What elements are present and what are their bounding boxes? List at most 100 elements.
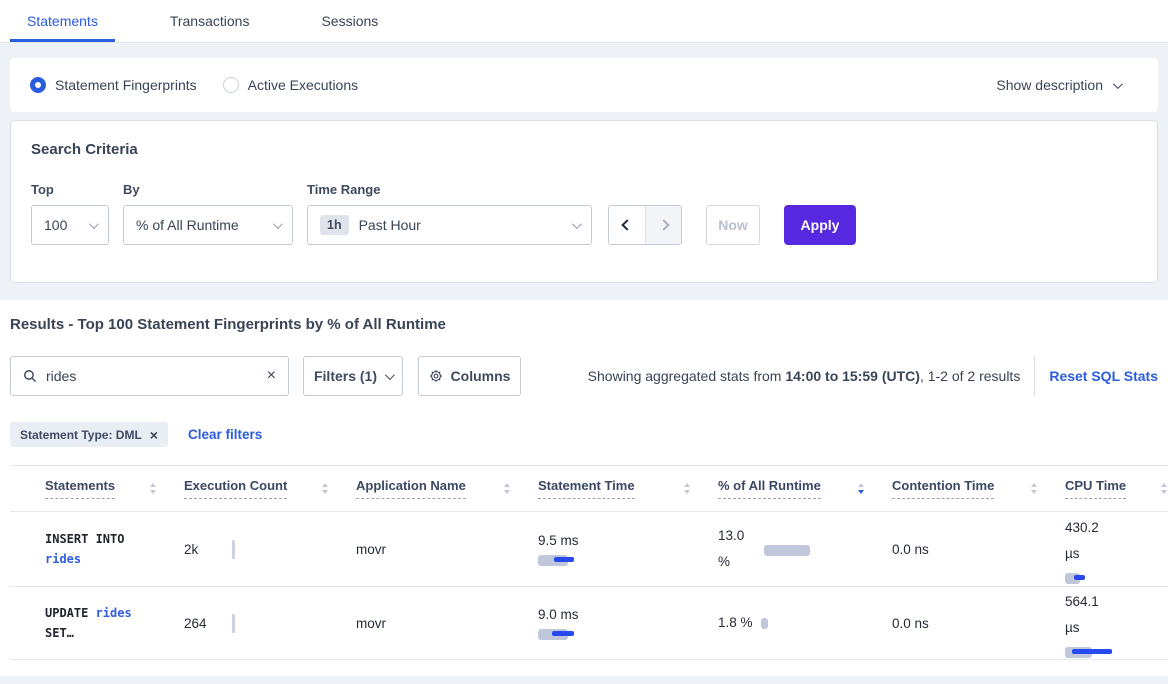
cpu-time-bar (1065, 572, 1080, 583)
now-button[interactable]: Now (706, 205, 760, 245)
tab-statements[interactable]: Statements (10, 0, 115, 42)
filters-button[interactable]: Filters (1) (303, 356, 403, 396)
top-tab-bar: Statements Transactions Sessions (0, 0, 1168, 43)
runtime-pct-cell: 1.8 % (708, 587, 882, 659)
cpu-time-bar (1065, 646, 1092, 657)
bar-gray (764, 545, 810, 556)
apply-button[interactable]: Apply (784, 205, 856, 245)
statement-time-bar (538, 554, 568, 565)
status-time-range: 14:00 to 15:59 (UTC) (785, 368, 920, 384)
tab-transactions[interactable]: Transactions (153, 0, 267, 42)
sort-icon (142, 483, 156, 494)
radio-label: Statement Fingerprints (55, 77, 197, 93)
runtime-pct-cell: 13.0 % (708, 512, 882, 586)
sort-icon (496, 483, 510, 494)
column-header-statements[interactable]: Statements (10, 466, 174, 511)
radio-active-executions[interactable]: Active Executions (223, 77, 359, 93)
table-header-row: Statements Execution Count Application N… (10, 465, 1168, 512)
execution-count-value: 2k (184, 542, 232, 557)
filters-button-label: Filters (1) (314, 368, 377, 384)
search-criteria-card: Search Criteria Top 100 By % of All Runt… (10, 120, 1158, 283)
radio-unselected-icon (223, 77, 239, 93)
applied-filters-row: Statement Type: DML × Clear filters (10, 422, 1168, 447)
execution-count-bar (232, 540, 235, 559)
column-header-contention-time[interactable]: Contention Time (882, 466, 1055, 511)
sort-icon-active-desc (850, 483, 864, 494)
time-window-pager (608, 205, 682, 245)
runtime-pct-value: 13.0 % (718, 523, 756, 574)
column-header-cpu-time[interactable]: CPU Time (1055, 466, 1168, 511)
application-name-cell: movr (346, 587, 528, 659)
time-range-label: Time Range (307, 182, 592, 197)
runtime-pct-bar (764, 544, 810, 555)
contention-time-cell: 0.0 ns (882, 587, 1055, 659)
chevron-down-icon (385, 370, 395, 380)
statement-link[interactable]: rides (96, 606, 132, 620)
execution-count-cell: 2k (174, 512, 346, 586)
table-row: INSERT INTO rides 2k movr 9.5 ms 13.0 % … (10, 512, 1168, 587)
time-range-badge: 1h (320, 215, 349, 235)
cpu-time-value: 430.2 µs (1065, 515, 1115, 566)
column-header-execution-count[interactable]: Execution Count (174, 466, 346, 511)
time-range-value: Past Hour (359, 217, 421, 233)
bar-blue (1072, 649, 1112, 654)
top-field: Top 100 (31, 182, 109, 245)
columns-button[interactable]: Columns (418, 356, 521, 396)
previous-time-window-button[interactable] (609, 206, 645, 244)
bar-gray (761, 618, 768, 629)
statement-link[interactable]: rides (45, 552, 81, 566)
reset-sql-stats-link[interactable]: Reset SQL Stats (1049, 368, 1158, 384)
statement-text: SET… (45, 626, 74, 640)
radio-label: Active Executions (248, 77, 359, 93)
column-header-application-name[interactable]: Application Name (346, 466, 528, 511)
next-time-window-button[interactable] (645, 206, 681, 244)
by-field: By % of All Runtime (123, 182, 293, 245)
show-description-toggle[interactable]: Show description (996, 77, 1138, 93)
clear-filters-link[interactable]: Clear filters (188, 427, 262, 442)
column-header-label: Application Name (356, 478, 466, 499)
sort-icon (1153, 483, 1167, 494)
remove-filter-icon[interactable]: × (150, 428, 158, 442)
execution-count-cell: 264 (174, 587, 346, 659)
application-name-cell: movr (346, 512, 528, 586)
results-section: Results - Top 100 Statement Fingerprints… (0, 300, 1168, 676)
stats-summary-text: Showing aggregated stats from 14:00 to 1… (588, 368, 1021, 384)
view-toggle-card: Statement Fingerprints Active Executions… (10, 58, 1158, 112)
bar-blue (1074, 575, 1085, 580)
filter-pill-statement-type: Statement Type: DML × (10, 422, 168, 447)
column-header-label: Execution Count (184, 478, 287, 499)
apply-button-label: Apply (801, 217, 840, 233)
column-header-statement-time[interactable]: Statement Time (528, 466, 708, 511)
status-prefix: Showing aggregated stats from (588, 368, 786, 384)
statement-time-value: 9.5 ms (538, 533, 579, 548)
tab-label: Statements (27, 13, 98, 29)
search-input[interactable] (46, 368, 267, 384)
by-label: By (123, 182, 293, 197)
show-description-label: Show description (996, 77, 1103, 93)
cpu-time-cell: 430.2 µs (1055, 512, 1168, 586)
vertical-divider (1034, 356, 1035, 396)
radio-statement-fingerprints[interactable]: Statement Fingerprints (30, 77, 197, 93)
statement-text: INSERT INTO (45, 532, 124, 546)
tab-label: Transactions (170, 13, 250, 29)
column-header-label: Statement Time (538, 478, 635, 499)
tab-sessions[interactable]: Sessions (304, 0, 395, 42)
filter-pill-label: Statement Type: DML (20, 428, 142, 442)
chevron-down-icon (273, 219, 283, 229)
search-criteria-form: Top 100 By % of All Runtime Time Range 1… (31, 182, 1137, 245)
statement-time-cell: 9.5 ms (528, 512, 708, 586)
clear-search-icon[interactable]: × (267, 368, 276, 384)
statement-cell: UPDATE rides SET… (10, 587, 174, 659)
table-row: UPDATE rides SET… 264 movr 9.0 ms 1.8 % … (10, 587, 1168, 660)
statement-cell: INSERT INTO rides (10, 512, 174, 586)
column-header-pct-of-all-runtime[interactable]: % of All Runtime (708, 466, 882, 511)
search-criteria-title: Search Criteria (31, 141, 1137, 158)
column-header-label: % of All Runtime (718, 478, 821, 499)
sort-icon (1023, 483, 1037, 494)
top-select[interactable]: 100 (31, 205, 109, 245)
cpu-time-cell: 564.1 µs (1055, 587, 1168, 659)
gear-icon (429, 369, 443, 383)
time-range-select[interactable]: 1h Past Hour (307, 205, 592, 245)
top-select-value: 100 (44, 217, 67, 233)
by-select[interactable]: % of All Runtime (123, 205, 293, 245)
